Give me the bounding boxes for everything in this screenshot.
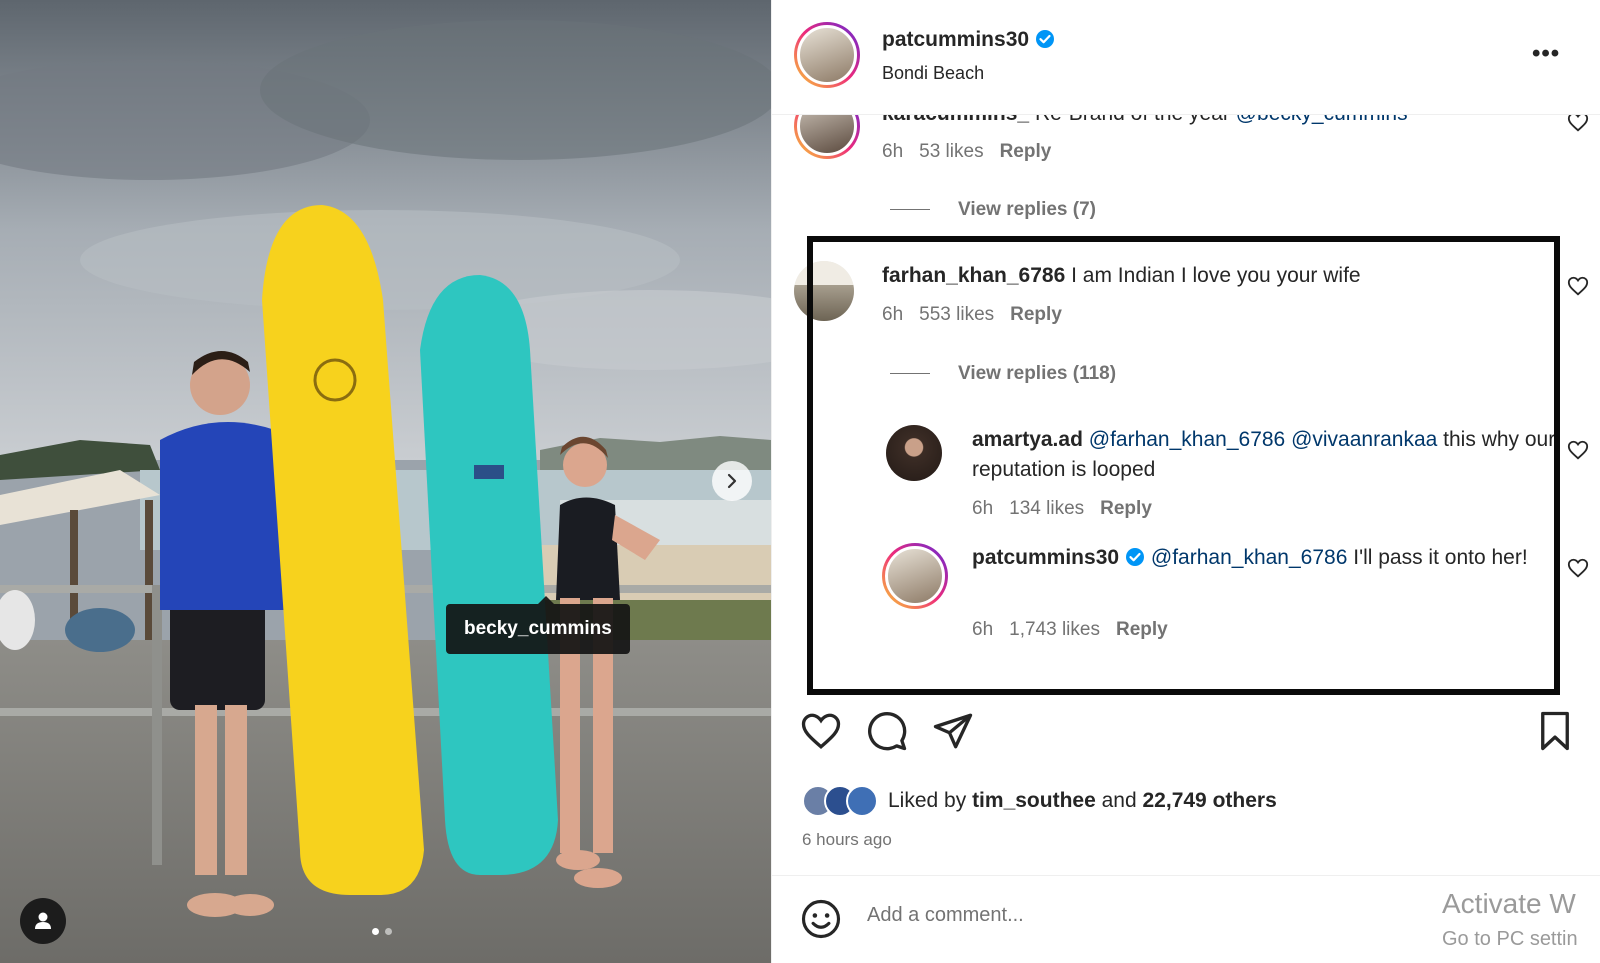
- comment-time[interactable]: 6h: [972, 498, 993, 519]
- commenter-avatar[interactable]: [794, 115, 860, 159]
- carousel-dot: [385, 928, 392, 935]
- carousel-dot-active: [372, 928, 379, 935]
- liker-avatar: [846, 785, 878, 817]
- comment-body: this: [1443, 428, 1476, 451]
- comment-body: her!: [1491, 546, 1528, 569]
- comment-text: farhan_khan_6786 I am Indian I love you …: [882, 261, 1361, 291]
- watermark-line-1: Activate W: [1442, 888, 1576, 919]
- comment-meta: 6h 53 likes Reply: [882, 141, 1067, 163]
- post-panel: patcummins30 Bondi Beach ••• karacummins…: [771, 0, 1600, 963]
- user-tag-icon: [35, 912, 51, 929]
- emoji-icon[interactable]: [800, 898, 842, 940]
- author-avatar[interactable]: [794, 22, 860, 88]
- windows-activation-watermark: Activate W Go to PC settin: [1442, 876, 1600, 963]
- comment-input[interactable]: [867, 904, 1407, 927]
- liked-by-and: and: [1101, 789, 1137, 812]
- liked-by-count[interactable]: 22,749 others: [1143, 789, 1277, 812]
- comment-reply-button[interactable]: Reply: [1116, 619, 1168, 640]
- comment-body: I am Indian I love you your wife: [1071, 264, 1361, 287]
- comment-text: patcummins30 @farhan_khan_6786 I'll pass…: [972, 543, 1562, 573]
- author-username[interactable]: patcummins30: [882, 28, 1055, 52]
- commenter-username[interactable]: patcummins30: [972, 546, 1119, 569]
- view-replies-button[interactable]: View replies (7): [890, 199, 1096, 221]
- heart-icon[interactable]: [1567, 439, 1589, 461]
- comment-meta: 6h 553 likes Reply: [882, 304, 1078, 326]
- liked-by-user[interactable]: tim_southee: [972, 789, 1096, 812]
- post-timestamp[interactable]: 6 hours ago: [802, 830, 892, 850]
- comment-likes[interactable]: 1,743 likes: [1009, 619, 1100, 640]
- comment-meta: 6h 1,743 likes Reply: [972, 619, 1184, 641]
- watermark-line-2: Go to PC settin: [1442, 928, 1578, 950]
- comment-mention[interactable]: @becky_cummins: [1236, 115, 1408, 125]
- comment-icon[interactable]: [866, 710, 908, 752]
- liked-by[interactable]: Liked by tim_southee and 22,749 others: [802, 785, 1277, 817]
- chevron-right-icon: [727, 473, 737, 489]
- comment-composer: Activate W Go to PC settin: [772, 875, 1600, 963]
- tagged-users-button[interactable]: [20, 898, 66, 944]
- comment-likes[interactable]: 134 likes: [1009, 498, 1084, 519]
- comments-list[interactable]: karacummins_ Re-Brand of the year @becky…: [772, 115, 1600, 695]
- liked-by-prefix: Liked by: [888, 789, 967, 812]
- more-options-button[interactable]: •••: [1532, 40, 1560, 68]
- comment-time[interactable]: 6h: [882, 304, 903, 325]
- commenter-avatar[interactable]: [882, 543, 948, 609]
- share-icon[interactable]: [932, 710, 974, 752]
- comment-text: amartya.ad @farhan_khan_6786 @vivaanrank…: [972, 425, 1562, 485]
- post-photo[interactable]: becky_cummins: [0, 0, 771, 963]
- heart-icon[interactable]: [800, 710, 842, 752]
- author-username-text[interactable]: patcummins30: [882, 28, 1029, 51]
- commenter-username[interactable]: amartya.ad: [972, 428, 1083, 451]
- comment-likes[interactable]: 53 likes: [919, 141, 983, 162]
- comment-body: Re-Brand of the year: [1035, 115, 1230, 125]
- commenter-avatar[interactable]: [794, 261, 854, 321]
- commenter-avatar[interactable]: [886, 425, 942, 481]
- post-actions: [772, 700, 1600, 760]
- comment-likes[interactable]: 553 likes: [919, 304, 994, 325]
- comment-time[interactable]: 6h: [882, 141, 903, 162]
- verified-badge-icon: [1036, 30, 1055, 48]
- beach-photo-illustration: [0, 0, 771, 963]
- comment-body: I'll pass it onto: [1353, 546, 1486, 569]
- carousel-indicator: [372, 928, 392, 935]
- comment-mention[interactable]: @farhan_khan_6786: [1089, 428, 1285, 451]
- comment-reply-button[interactable]: Reply: [1000, 141, 1052, 162]
- heart-icon[interactable]: [1567, 115, 1589, 133]
- view-replies-button[interactable]: View replies (118): [890, 363, 1116, 385]
- comment-reply-button[interactable]: Reply: [1010, 304, 1062, 325]
- post-header: patcummins30 Bondi Beach •••: [772, 0, 1600, 115]
- post-location[interactable]: Bondi Beach: [882, 63, 984, 84]
- heart-icon[interactable]: [1567, 557, 1589, 579]
- commenter-username[interactable]: farhan_khan_6786: [882, 264, 1065, 287]
- comment-text: karacummins_ Re-Brand of the year @becky…: [882, 115, 1408, 129]
- next-photo-button[interactable]: [712, 461, 752, 501]
- comment-meta: 6h 134 likes Reply: [972, 498, 1168, 520]
- liked-by-text: Liked by tim_southee and 22,749 others: [888, 789, 1277, 813]
- comment-reply-button[interactable]: Reply: [1100, 498, 1152, 519]
- tagged-user-label[interactable]: becky_cummins: [446, 596, 630, 654]
- comment-mention[interactable]: @vivaanrankaa: [1291, 428, 1437, 451]
- heart-icon[interactable]: [1567, 275, 1589, 297]
- commenter-username[interactable]: karacummins_: [882, 115, 1029, 125]
- save-icon[interactable]: [1534, 710, 1576, 752]
- more-options-icon: •••: [1532, 40, 1561, 67]
- comment-time[interactable]: 6h: [972, 619, 993, 640]
- comment-mention[interactable]: @farhan_khan_6786: [1151, 546, 1347, 569]
- verified-badge-icon: [1126, 548, 1145, 566]
